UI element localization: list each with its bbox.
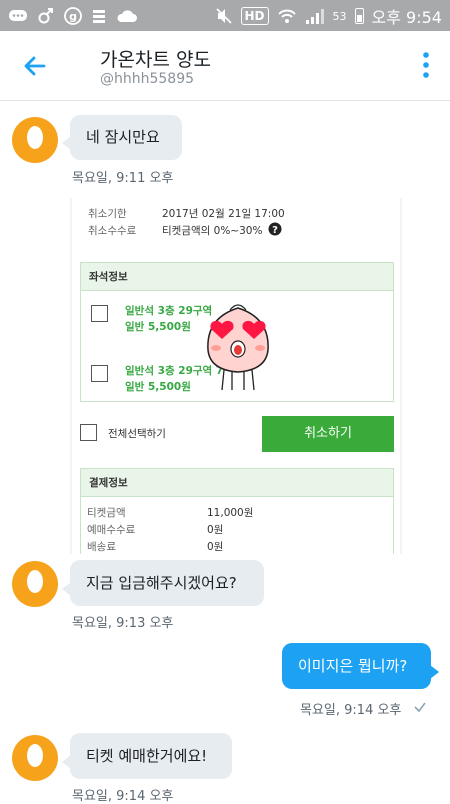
cancel-fee-value: 티켓금액의 0%~30% (162, 225, 263, 237)
ticket-screenshot: 취소기한 2017년 02월 21일 17:00 취소수수료 티켓금액의 0%~… (72, 198, 400, 554)
back-arrow-icon[interactable] (20, 51, 50, 81)
message-timestamp: 목요일, 9:13 오후 (72, 616, 174, 631)
avatar[interactable] (12, 735, 58, 781)
cloud-icon (117, 10, 137, 22)
battery-icon (354, 8, 364, 24)
message-timestamp: 목요일, 9:14 오후 (300, 703, 402, 718)
payment-label: 예매수수료 (87, 524, 136, 536)
ticket-cancel-button: 취소하기 (262, 416, 394, 452)
image-attachment[interactable]: 취소기한 2017년 02월 21일 17:00 취소수수료 티켓금액의 0%~… (70, 198, 402, 554)
mute-icon (215, 8, 232, 24)
conversation-header: 가온차트 양도 @hhhh55895 (0, 31, 450, 101)
avatar[interactable] (12, 117, 58, 163)
message-timestamp: 목요일, 9:11 오후 (72, 171, 174, 186)
bars-icon (93, 10, 105, 23)
select-all-label: 전체선택하기 (108, 428, 166, 440)
message-bubble-outgoing: 이미지은 뭡니까? (282, 643, 439, 689)
peach-heart-eyes-sticker (207, 304, 269, 391)
clock: 오후 9:54 (371, 8, 442, 27)
payment-label: 배송료 (87, 541, 116, 553)
seat-checkbox (91, 305, 108, 322)
cancel-deadline-label: 취소기한 (88, 208, 127, 220)
wifi-icon (277, 9, 296, 23)
payment-value: 11,000원 (207, 507, 254, 519)
signal-icon (305, 9, 324, 24)
avatar[interactable] (12, 561, 58, 607)
seat-section-title: 좌석정보 (81, 263, 393, 291)
select-all-checkbox (80, 424, 97, 441)
seat-checkbox (91, 365, 108, 382)
seat-price: 일반 5,500원 (125, 321, 191, 333)
svg-text:?: ? (272, 225, 278, 236)
conversation-handle: @hhhh55895 (100, 71, 195, 87)
notification-icons: g (8, 4, 138, 28)
message-bubble-incoming: 지금 입금해주시겠어요? (62, 560, 264, 606)
conversation-title[interactable]: 가온차트 양도 (100, 45, 211, 72)
payment-info-section: 결제정보 티켓금액 11,000원 예매수수료 0원 배송료 0원 (80, 468, 394, 554)
system-icons: HD 53 오후 9:54 (215, 3, 442, 29)
payment-label: 티켓금액 (87, 507, 126, 519)
message-bubble-incoming: 네 잠시만요 (62, 115, 182, 160)
payment-section-title: 결제정보 (81, 469, 393, 497)
payment-value: 0원 (207, 524, 224, 536)
message-bubble-incoming: 티켓 예매한거에요! (62, 733, 232, 779)
message-timestamp: 목요일, 9:14 오후 (72, 789, 174, 804)
svg-text:g: g (69, 10, 77, 23)
cancel-deadline-value: 2017년 02월 21일 17:00 (162, 208, 285, 220)
g-icon: g (64, 7, 82, 25)
battery-percent: 53 (332, 9, 347, 23)
male-icon (38, 8, 53, 24)
more-vertical-icon[interactable] (422, 51, 430, 79)
chat-icon (9, 10, 27, 21)
hd-badge: HD (240, 7, 269, 25)
status-bar: g HD 53 오후 9:54 (0, 0, 450, 31)
check-icon (414, 702, 426, 713)
cancel-fee-label: 취소수수료 (88, 225, 137, 237)
payment-value: 0원 (207, 541, 224, 553)
seat-price: 일반 5,500원 (125, 381, 191, 393)
question-icon: ? (268, 222, 282, 236)
